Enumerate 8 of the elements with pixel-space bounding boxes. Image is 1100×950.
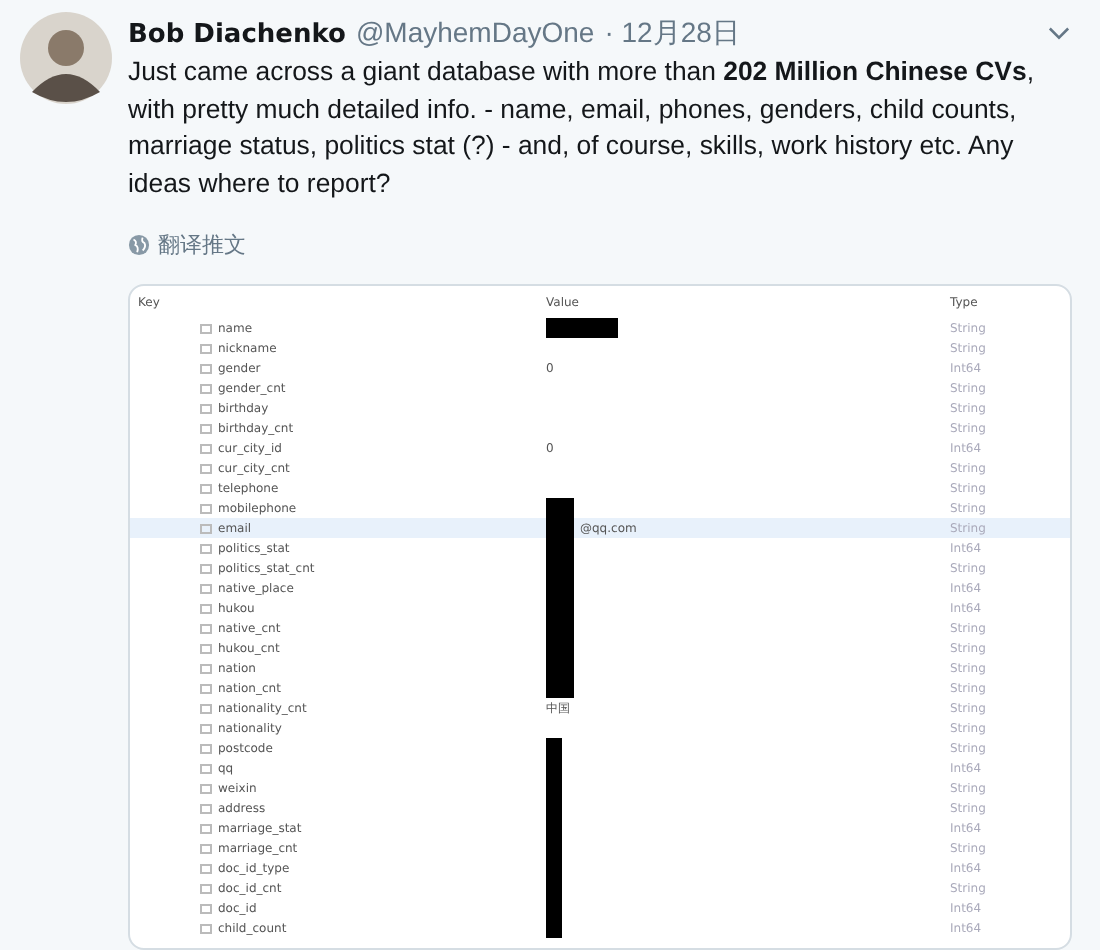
author-name[interactable]: Bob Diachenko: [128, 20, 346, 50]
tweet-text: Just came across a giant database with more than 202 Million Chinese CVs, with pretty much detailed info. - name, email, phones, genders, child counts, marriage status, politics stat (?) - and, of course, skills, work history etc. Any ideas where to report?: [128, 54, 1036, 202]
globe-icon: [128, 234, 150, 256]
tweet-date[interactable]: · 12月28日: [604, 16, 740, 52]
author-handle[interactable]: @MayhemDayOne: [355, 16, 595, 48]
translate-button[interactable]: 翻译推文: [128, 230, 246, 260]
avatar[interactable]: [20, 12, 112, 104]
chevron-down-icon[interactable]: [1048, 26, 1070, 42]
